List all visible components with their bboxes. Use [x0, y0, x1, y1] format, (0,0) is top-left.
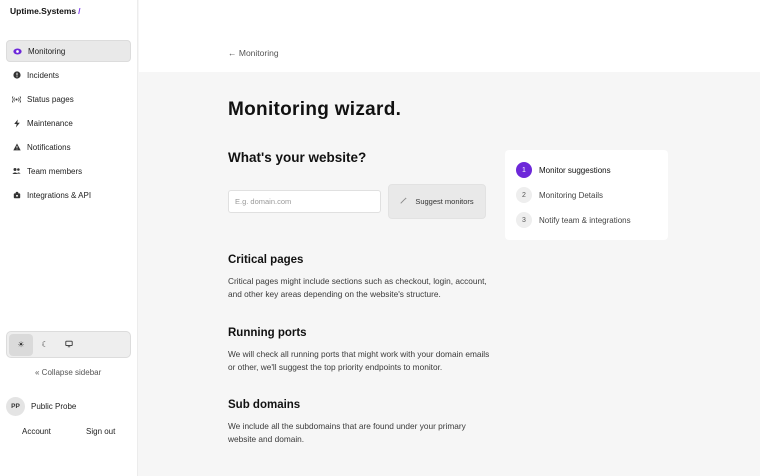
alert-circle-icon: [12, 71, 21, 80]
lightning-icon: [12, 119, 21, 128]
theme-switcher: ☀ ☾: [6, 331, 131, 358]
section-title-running-ports: Running ports: [228, 327, 307, 339]
website-question: What's your website?: [228, 150, 367, 165]
section-text-sub-domains: We include all the subdomains that are f…: [228, 421, 466, 444]
domain-input[interactable]: [228, 190, 381, 213]
sidebar-item-label: Notifications: [27, 142, 71, 152]
section-title-critical-pages: Critical pages: [228, 254, 304, 266]
step-monitoring-details[interactable]: 2 Monitoring Details: [516, 187, 603, 203]
sidebar-item-label: Maintenance: [27, 118, 73, 128]
broadcast-icon: [12, 95, 21, 104]
top-bar: [139, 0, 760, 72]
section-text-running-ports: We will check all running ports that mig…: [228, 349, 490, 372]
page-title: Monitoring wizard.: [228, 99, 402, 120]
back-to-monitoring-link[interactable]: ← Monitoring: [228, 48, 279, 58]
wizard-steps: 1 Monitor suggestions 2 Monitoring Detai…: [505, 150, 668, 240]
brand-name: Uptime.Systems: [10, 6, 77, 16]
sidebar-item-monitoring[interactable]: Monitoring: [6, 40, 131, 62]
step-number: 1: [516, 162, 532, 178]
sidebar-item-team-members[interactable]: Team members: [6, 160, 131, 182]
light-theme-button[interactable]: ☀: [9, 333, 33, 356]
brand-logo[interactable]: Uptime.Systems /: [10, 6, 81, 16]
monitor-icon: [65, 340, 73, 350]
sidebar-item-label: Incidents: [27, 70, 60, 80]
sidebar-item-notifications[interactable]: Notifications: [6, 136, 131, 158]
step-label: Monitoring Details: [539, 190, 604, 200]
brand-slash: /: [78, 6, 81, 16]
dark-theme-button[interactable]: ☾: [33, 334, 57, 356]
sidebar-item-label: Integrations & API: [27, 190, 92, 200]
sun-icon: ☀: [17, 340, 25, 349]
account-link[interactable]: Account: [22, 427, 51, 436]
user-profile[interactable]: PP Public Probe: [6, 397, 76, 416]
sign-out-link[interactable]: Sign out: [86, 427, 115, 436]
user-name: Public Probe: [31, 402, 77, 411]
sidebar-item-label: Status pages: [27, 94, 74, 104]
users-icon: [12, 167, 21, 176]
sidebar-item-label: Monitoring: [28, 46, 66, 56]
avatar: PP: [6, 397, 25, 416]
system-theme-button[interactable]: [57, 334, 81, 356]
step-label: Monitor suggestions: [539, 165, 611, 175]
moon-icon: ☾: [41, 340, 49, 349]
puzzle-icon: [12, 191, 21, 200]
magic-wand-icon: [400, 197, 408, 206]
section-text-critical-pages: Critical pages might include sections su…: [228, 276, 487, 299]
step-number: 3: [516, 212, 532, 228]
sidebar-item-integrations-api[interactable]: Integrations & API: [6, 184, 131, 206]
sidebar: Uptime.Systems / Monitoring Incidents Sta…: [0, 0, 138, 476]
sidebar-item-incidents[interactable]: Incidents: [6, 64, 131, 86]
warning-triangle-icon: [12, 143, 21, 152]
suggest-monitors-button[interactable]: Suggest monitors: [388, 184, 486, 219]
suggest-monitors-label: Suggest monitors: [415, 197, 474, 206]
sidebar-item-status-pages[interactable]: Status pages: [6, 88, 131, 110]
sidebar-item-label: Team members: [27, 166, 83, 176]
step-monitor-suggestions[interactable]: 1 Monitor suggestions: [516, 162, 611, 178]
section-title-sub-domains: Sub domains: [228, 399, 301, 411]
step-notify-team[interactable]: 3 Notify team & integrations: [516, 212, 631, 228]
collapse-sidebar-button[interactable]: « Collapse sidebar: [35, 368, 101, 377]
sidebar-nav: Monitoring Incidents Status pages Mainte…: [6, 40, 131, 208]
step-label: Notify team & integrations: [539, 215, 631, 225]
step-number: 2: [516, 187, 532, 203]
sidebar-item-maintenance[interactable]: Maintenance: [6, 112, 131, 134]
eye-icon: [13, 47, 22, 56]
